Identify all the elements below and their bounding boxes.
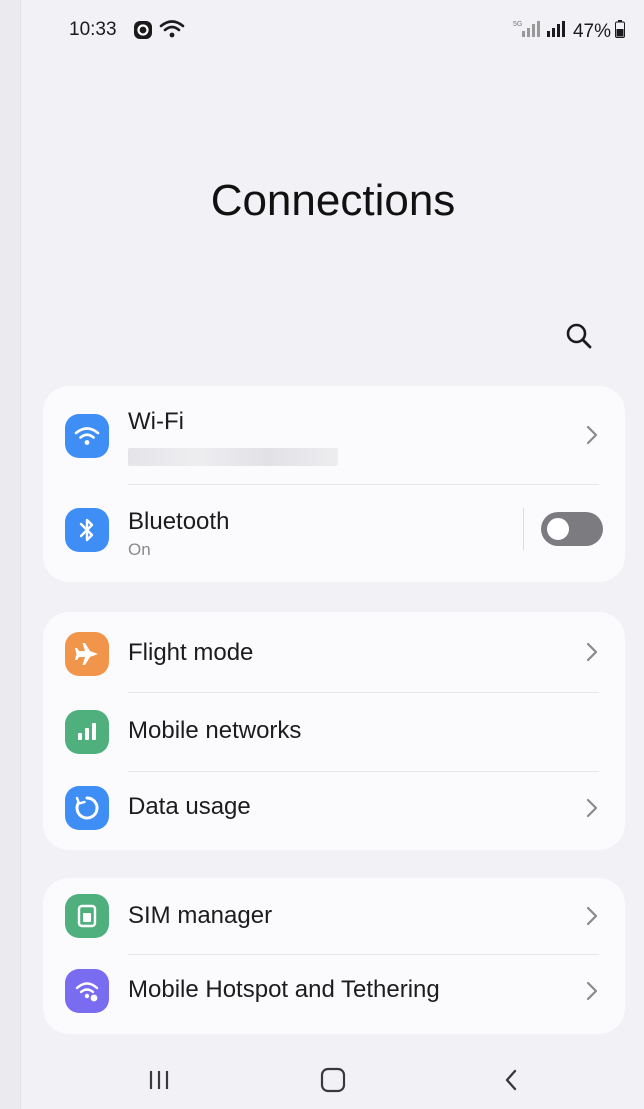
phone-screen: 10:33 5G 47% Connections Wi-Fi Bluetooth…: [20, 0, 644, 1109]
home-icon: [320, 1067, 346, 1093]
connections-group-3: SIM manager Mobile Hotspot and Tethering: [43, 878, 625, 1034]
svg-text:5G: 5G: [513, 21, 522, 28]
wifi-row[interactable]: Wi-Fi: [43, 386, 625, 484]
wifi-label: Wi-Fi: [128, 408, 184, 435]
connections-group-1: Wi-Fi Bluetooth On: [43, 386, 625, 582]
mobile-networks-row[interactable]: Mobile networks: [43, 692, 625, 771]
mobile-networks-label: Mobile networks: [128, 717, 302, 744]
hotspot-row[interactable]: Mobile Hotspot and Tethering: [43, 954, 625, 1034]
battery-percent: 47%: [572, 21, 611, 42]
back-icon: [505, 1069, 517, 1091]
wifi-icon: [65, 414, 109, 458]
airplane-icon: [65, 632, 109, 676]
connections-group-2: Flight mode Mobile networks Data usage: [43, 612, 625, 850]
status-bar: 10:33 5G 47%: [21, 0, 644, 60]
battery-icon: [615, 20, 625, 44]
home-button[interactable]: [313, 1064, 353, 1096]
data-usage-label: Data usage: [128, 793, 251, 820]
recent-apps-button[interactable]: [139, 1064, 179, 1096]
search-icon: [566, 323, 592, 349]
app-notification-icon: [133, 20, 153, 46]
sim-card-icon: [65, 894, 109, 938]
signal-sim1-icon: 5G: [513, 19, 541, 45]
data-usage-row[interactable]: Data usage: [43, 771, 625, 850]
search-button[interactable]: [561, 318, 597, 354]
bluetooth-status: On: [128, 540, 151, 559]
hotspot-label: Mobile Hotspot and Tethering: [128, 976, 440, 1003]
toggle-knob: [545, 516, 571, 542]
chevron-right-icon: [586, 642, 598, 662]
data-usage-icon: [65, 786, 109, 830]
bluetooth-toggle[interactable]: [541, 512, 603, 546]
bluetooth-icon: [65, 508, 109, 552]
toggle-separator: [523, 508, 524, 550]
back-button[interactable]: [491, 1064, 531, 1096]
page-title: Connections: [210, 176, 456, 225]
signal-bars-icon: [65, 710, 109, 754]
wifi-status-icon: [159, 19, 185, 45]
status-time: 10:33: [69, 19, 117, 40]
wifi-network-name-redacted: [128, 448, 338, 466]
chevron-right-icon: [586, 906, 598, 926]
navigation-bar: [21, 1046, 644, 1109]
chevron-right-icon: [586, 425, 598, 445]
signal-sim2-icon: [545, 19, 569, 45]
chevron-right-icon: [586, 981, 598, 1001]
hotspot-icon: [65, 969, 109, 1013]
bluetooth-row[interactable]: Bluetooth On: [43, 484, 625, 582]
sim-manager-row[interactable]: SIM manager: [43, 878, 625, 954]
status-right: 5G 47%: [513, 19, 625, 45]
flight-mode-row[interactable]: Flight mode: [43, 612, 625, 692]
flight-mode-label: Flight mode: [128, 639, 254, 666]
chevron-right-icon: [586, 798, 598, 818]
sim-manager-label: SIM manager: [128, 902, 273, 929]
bluetooth-label: Bluetooth: [128, 508, 230, 535]
recent-apps-icon: [149, 1071, 169, 1089]
